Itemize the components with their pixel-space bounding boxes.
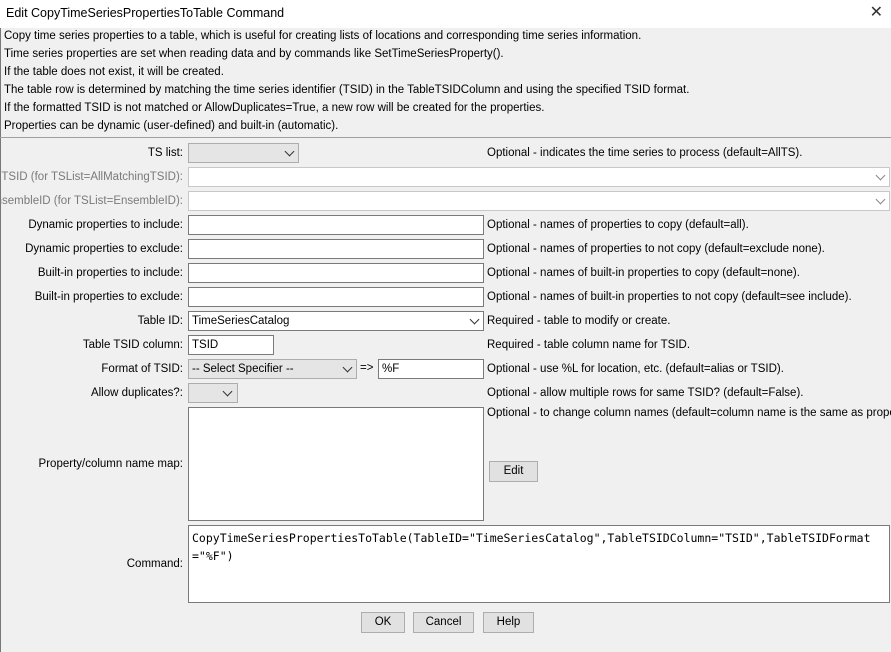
separator [0,137,891,138]
ts-list-select[interactable] [188,143,299,163]
chevron-down-icon [469,314,480,325]
description-line: Time series properties are set when read… [4,48,504,60]
builtin-include-hint: Optional - names of built-in properties … [487,267,800,279]
command-text: CopyTimeSeriesPropertiesToTable(TableID=… [192,531,871,563]
tsid-format-specifier-select[interactable]: -- Select Specifier -- [188,359,357,379]
tsid-format-hint: Optional - use %L for location, etc. (de… [487,363,784,375]
chevron-down-icon [342,362,353,373]
chevron-down-icon [222,386,233,397]
edit-button[interactable]: Edit [489,461,538,482]
builtin-include-input[interactable] [188,263,484,283]
ensemble-id-label: EnsembleID (for TSList=EnsembleID): [0,195,183,207]
title-bar: Edit CopyTimeSeriesPropertiesToTable Com… [0,0,891,28]
table-tsid-column-label: Table TSID column: [82,339,183,351]
name-map-value [189,408,483,414]
table-tsid-column-input[interactable]: TSID [188,335,274,355]
description-line: Copy time series properties to a table, … [4,30,642,42]
command-label: Command: [126,558,183,570]
arrow-label: => [360,362,374,374]
chevron-down-icon [875,194,886,205]
tsid-format-input[interactable]: %F [378,359,484,379]
builtin-exclude-hint: Optional - names of built-in properties … [487,291,852,303]
builtin-exclude-input[interactable] [188,287,484,307]
description-line: If the formatted TSID is not matched or … [4,102,545,114]
ensemble-id-select[interactable] [188,191,890,211]
table-id-label: Table ID: [137,315,183,327]
tsid-select[interactable] [188,167,890,187]
tsid-format-specifier-value: -- Select Specifier -- [192,363,294,375]
description-line: The table row is determined by matching … [4,84,690,96]
chevron-down-icon [284,146,295,157]
allow-duplicates-hint: Optional - allow multiple rows for same … [487,387,804,399]
chevron-down-icon [875,170,886,181]
builtin-exclude-label: Built-in properties to exclude: [34,291,183,303]
dynamic-exclude-input[interactable] [188,239,484,259]
window-title: Edit CopyTimeSeriesPropertiesToTable Com… [6,6,285,20]
table-tsid-column-hint: Required - table column name for TSID. [487,339,691,351]
tsid-format-label: Format of TSID: [101,363,183,375]
allow-duplicates-select[interactable] [188,383,238,403]
description-line: If the table does not exist, it will be … [4,66,224,78]
builtin-include-label: Built-in properties to include: [37,267,183,279]
allow-duplicates-label: Allow duplicates?: [90,387,183,399]
dynamic-include-hint: Optional - names of properties to copy (… [487,219,749,231]
dynamic-include-label: Dynamic properties to include: [28,219,183,231]
table-id-value: TimeSeriesCatalog [192,315,290,327]
name-map-hint: Optional - to change column names (defau… [487,407,891,419]
close-icon[interactable]: ✕ [870,3,883,23]
table-id-hint: Required - table to modify or create. [487,315,671,327]
dynamic-exclude-hint: Optional - names of properties to not co… [487,243,825,255]
command-textarea[interactable]: CopyTimeSeriesPropertiesToTable(TableID=… [188,525,890,603]
description-line: Properties can be dynamic (user-defined)… [4,120,339,132]
dynamic-include-input[interactable] [188,215,484,235]
tsid-label: TSID (for TSList=AllMatchingTSID): [1,171,183,183]
ts-list-hint: Optional - indicates the time series to … [487,147,803,159]
cancel-button[interactable]: Cancel [413,612,474,633]
name-map-textarea[interactable] [188,407,484,521]
table-id-select[interactable]: TimeSeriesCatalog [188,311,484,331]
name-map-label: Property/column name map: [38,458,183,470]
window-border [0,28,1,652]
ts-list-label: TS list: [147,147,183,159]
dynamic-exclude-label: Dynamic properties to exclude: [25,243,183,255]
help-button[interactable]: Help [483,612,534,633]
ok-button[interactable]: OK [361,612,405,633]
